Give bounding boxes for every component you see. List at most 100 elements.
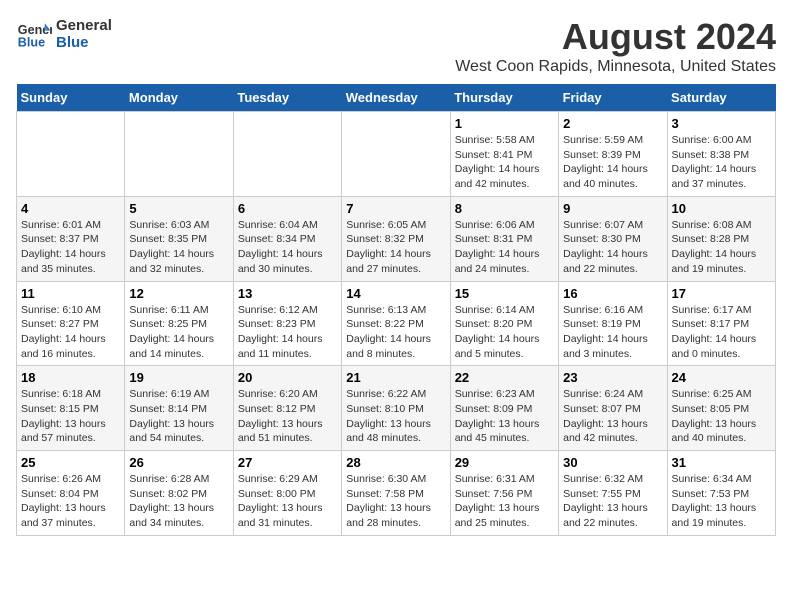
day-cell: 14Sunrise: 6:13 AMSunset: 8:22 PMDayligh… — [342, 281, 450, 366]
svg-text:Blue: Blue — [18, 36, 45, 50]
day-number: 5 — [129, 201, 228, 216]
day-info: Sunrise: 6:23 AMSunset: 8:09 PMDaylight:… — [455, 387, 554, 446]
day-info: Sunrise: 6:14 AMSunset: 8:20 PMDaylight:… — [455, 303, 554, 362]
day-cell: 29 Sunrise: 6:31 AMSunset: 7:56 PMDayligh… — [450, 451, 558, 536]
day-number: 31 — [672, 455, 771, 470]
day-cell: 6 Sunrise: 6:04 AMSunset: 8:34 PMDaylight… — [233, 196, 341, 281]
day-number: 17 — [672, 286, 771, 301]
day-info: Sunrise: 6:25 AMSunset: 8:05 PMDaylight:… — [672, 387, 771, 446]
week-row-4: 18 Sunrise: 6:18 AMSunset: 8:15 PMDayligh… — [17, 366, 776, 451]
day-info: Sunrise: 6:18 AMSunset: 8:15 PMDaylight:… — [21, 387, 120, 446]
day-number: 16 — [563, 286, 662, 301]
day-cell — [342, 112, 450, 197]
logo-general: General — [56, 17, 112, 34]
day-number: 3 — [672, 116, 771, 131]
day-cell: 20 Sunrise: 6:20 AMSunset: 8:12 PMDayligh… — [233, 366, 341, 451]
day-number: 18 — [21, 370, 120, 385]
day-info: Sunrise: 6:01 AMSunset: 8:37 PMDaylight:… — [21, 218, 120, 277]
day-cell: 13 Sunrise: 6:12 AMSunset: 8:23 PMDayligh… — [233, 281, 341, 366]
day-number: 7 — [346, 201, 445, 216]
week-row-3: 11 Sunrise: 6:10 AMSunset: 8:27 PMDayligh… — [17, 281, 776, 366]
day-info: Sunrise: 6:12 AMSunset: 8:23 PMDaylight:… — [238, 303, 337, 362]
day-cell: 23 Sunrise: 6:24 AMSunset: 8:07 PMDayligh… — [559, 366, 667, 451]
day-cell: 11 Sunrise: 6:10 AMSunset: 8:27 PMDayligh… — [17, 281, 125, 366]
day-cell: 5 Sunrise: 6:03 AMSunset: 8:35 PMDaylight… — [125, 196, 233, 281]
day-cell: 24 Sunrise: 6:25 AMSunset: 8:05 PMDayligh… — [667, 366, 775, 451]
calendar-body: 1Sunrise: 5:58 AMSunset: 8:41 PMDaylight… — [17, 112, 776, 536]
day-number: 25 — [21, 455, 120, 470]
day-info: Sunrise: 5:59 AMSunset: 8:39 PMDaylight:… — [563, 133, 662, 192]
subtitle: West Coon Rapids, Minnesota, United Stat… — [455, 58, 776, 76]
week-row-2: 4 Sunrise: 6:01 AMSunset: 8:37 PMDaylight… — [17, 196, 776, 281]
header-monday: Monday — [125, 84, 233, 112]
day-cell: 19Sunrise: 6:19 AMSunset: 8:14 PMDayligh… — [125, 366, 233, 451]
logo: General Blue General Blue — [16, 16, 112, 52]
day-number: 13 — [238, 286, 337, 301]
day-cell — [233, 112, 341, 197]
day-cell: 31 Sunrise: 6:34 AMSunset: 7:53 PMDayligh… — [667, 451, 775, 536]
day-number: 20 — [238, 370, 337, 385]
day-cell: 10Sunrise: 6:08 AMSunset: 8:28 PMDayligh… — [667, 196, 775, 281]
day-number: 8 — [455, 201, 554, 216]
day-info: Sunrise: 6:17 AMSunset: 8:17 PMDaylight:… — [672, 303, 771, 362]
header-wednesday: Wednesday — [342, 84, 450, 112]
calendar-table: SundayMondayTuesdayWednesdayThursdayFrid… — [16, 84, 776, 536]
day-info: Sunrise: 6:16 AMSunset: 8:19 PMDaylight:… — [563, 303, 662, 362]
day-info: Sunrise: 6:03 AMSunset: 8:35 PMDaylight:… — [129, 218, 228, 277]
week-row-5: 25 Sunrise: 6:26 AMSunset: 8:04 PMDayligh… — [17, 451, 776, 536]
day-info: Sunrise: 6:22 AMSunset: 8:10 PMDaylight:… — [346, 387, 445, 446]
day-info: Sunrise: 6:26 AMSunset: 8:04 PMDaylight:… — [21, 472, 120, 531]
day-cell: 7 Sunrise: 6:05 AMSunset: 8:32 PMDaylight… — [342, 196, 450, 281]
day-cell: 25 Sunrise: 6:26 AMSunset: 8:04 PMDayligh… — [17, 451, 125, 536]
day-cell: 8Sunrise: 6:06 AMSunset: 8:31 PMDaylight… — [450, 196, 558, 281]
title-area: August 2024 West Coon Rapids, Minnesota,… — [455, 16, 776, 76]
day-cell: 18 Sunrise: 6:18 AMSunset: 8:15 PMDayligh… — [17, 366, 125, 451]
day-number: 22 — [455, 370, 554, 385]
day-number: 24 — [672, 370, 771, 385]
day-info: Sunrise: 6:29 AMSunset: 8:00 PMDaylight:… — [238, 472, 337, 531]
day-cell: 17 Sunrise: 6:17 AMSunset: 8:17 PMDayligh… — [667, 281, 775, 366]
day-number: 26 — [129, 455, 228, 470]
logo-blue: Blue — [56, 34, 112, 51]
day-cell: 27 Sunrise: 6:29 AMSunset: 8:00 PMDayligh… — [233, 451, 341, 536]
day-number: 6 — [238, 201, 337, 216]
header-tuesday: Tuesday — [233, 84, 341, 112]
day-cell: 15Sunrise: 6:14 AMSunset: 8:20 PMDayligh… — [450, 281, 558, 366]
day-cell: 16 Sunrise: 6:16 AMSunset: 8:19 PMDayligh… — [559, 281, 667, 366]
week-row-1: 1Sunrise: 5:58 AMSunset: 8:41 PMDaylight… — [17, 112, 776, 197]
day-info: Sunrise: 6:34 AMSunset: 7:53 PMDaylight:… — [672, 472, 771, 531]
day-number: 11 — [21, 286, 120, 301]
day-number: 29 — [455, 455, 554, 470]
day-number: 19 — [129, 370, 228, 385]
day-number: 23 — [563, 370, 662, 385]
day-info: Sunrise: 6:20 AMSunset: 8:12 PMDaylight:… — [238, 387, 337, 446]
day-cell: 21Sunrise: 6:22 AMSunset: 8:10 PMDayligh… — [342, 366, 450, 451]
day-number: 12 — [129, 286, 228, 301]
day-number: 4 — [21, 201, 120, 216]
day-number: 28 — [346, 455, 445, 470]
main-title: August 2024 — [455, 16, 776, 58]
day-number: 9 — [563, 201, 662, 216]
day-info: Sunrise: 6:10 AMSunset: 8:27 PMDaylight:… — [21, 303, 120, 362]
header: General Blue General Blue August 2024 We… — [16, 16, 776, 76]
header-thursday: Thursday — [450, 84, 558, 112]
logo-icon: General Blue — [16, 16, 52, 52]
header-row: SundayMondayTuesdayWednesdayThursdayFrid… — [17, 84, 776, 112]
day-cell: 12Sunrise: 6:11 AMSunset: 8:25 PMDayligh… — [125, 281, 233, 366]
day-info: Sunrise: 6:00 AMSunset: 8:38 PMDaylight:… — [672, 133, 771, 192]
day-cell — [125, 112, 233, 197]
day-info: Sunrise: 6:24 AMSunset: 8:07 PMDaylight:… — [563, 387, 662, 446]
day-info: Sunrise: 6:05 AMSunset: 8:32 PMDaylight:… — [346, 218, 445, 277]
day-info: Sunrise: 6:31 AMSunset: 7:56 PMDaylight:… — [455, 472, 554, 531]
day-number: 10 — [672, 201, 771, 216]
day-cell: 2Sunrise: 5:59 AMSunset: 8:39 PMDaylight… — [559, 112, 667, 197]
day-info: Sunrise: 6:04 AMSunset: 8:34 PMDaylight:… — [238, 218, 337, 277]
header-sunday: Sunday — [17, 84, 125, 112]
day-info: Sunrise: 6:28 AMSunset: 8:02 PMDaylight:… — [129, 472, 228, 531]
day-info: Sunrise: 6:07 AMSunset: 8:30 PMDaylight:… — [563, 218, 662, 277]
day-info: Sunrise: 5:58 AMSunset: 8:41 PMDaylight:… — [455, 133, 554, 192]
day-cell — [17, 112, 125, 197]
day-info: Sunrise: 6:32 AMSunset: 7:55 PMDaylight:… — [563, 472, 662, 531]
day-cell: 9 Sunrise: 6:07 AMSunset: 8:30 PMDaylight… — [559, 196, 667, 281]
day-number: 27 — [238, 455, 337, 470]
